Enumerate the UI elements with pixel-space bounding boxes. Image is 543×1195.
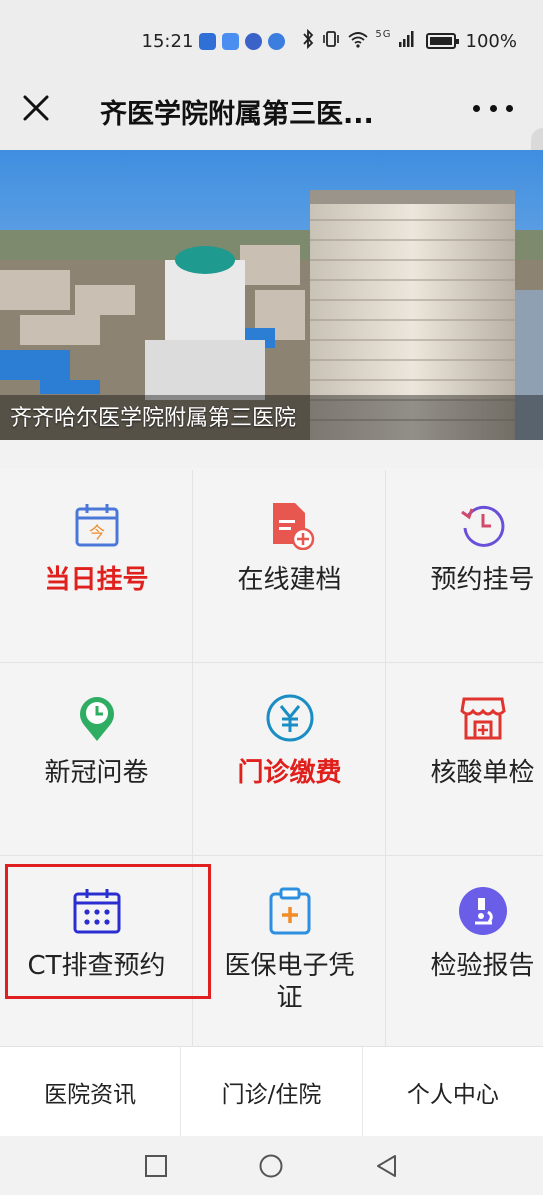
home-icon[interactable] <box>258 1153 284 1179</box>
back-icon[interactable] <box>374 1153 400 1179</box>
banner-caption: 齐齐哈尔医学院附属第三医院 <box>10 406 297 431</box>
status-indicators: 15:21 5G 100% <box>142 28 517 54</box>
file-add-icon <box>272 503 314 550</box>
close-button[interactable] <box>18 90 54 126</box>
grid-divider <box>0 662 543 663</box>
calendar-grid-icon <box>73 889 120 934</box>
grid-item-nucleic-acid-test[interactable]: 核酸单检 <box>386 663 543 856</box>
page-title: 齐医学院附属第三医... <box>100 99 374 130</box>
grid-item-label: 在线建档 <box>237 565 342 595</box>
grid-item-online-record[interactable]: 在线建档 <box>193 470 386 663</box>
calendar-today-icon: 今 <box>75 504 118 547</box>
grid-item-medical-insurance[interactable]: 医保电子凭证 <box>193 856 386 1049</box>
grid-item-label: 检验报告 <box>430 951 535 981</box>
system-nav-bar <box>0 1136 543 1195</box>
bluetooth-icon <box>301 28 315 54</box>
grid-item-label: 医保电子凭证 <box>224 951 355 1013</box>
battery-level: 100% <box>465 30 517 52</box>
more-dot <box>473 104 480 112</box>
network-type: 5G <box>375 28 392 40</box>
svg-text:今: 今 <box>88 523 104 542</box>
grid-item-ct-appointment[interactable]: CT排查预约 <box>0 856 193 1049</box>
grid-item-label: 预约挂号 <box>430 565 535 595</box>
more-button[interactable] <box>473 94 513 122</box>
grid-item-appointment-registration[interactable]: 预约挂号 <box>386 470 543 663</box>
nav-personal-center[interactable]: 个人中心 <box>363 1047 543 1136</box>
hospital-banner[interactable]: 齐齐哈尔医学院附属第三医院 <box>0 150 543 440</box>
app-icon-4 <box>268 32 286 50</box>
grid-item-label: 门诊缴费 <box>237 758 342 788</box>
microscope-icon <box>458 887 507 935</box>
yuan-icon <box>266 694 313 742</box>
store-icon <box>459 697 506 740</box>
grid-divider <box>192 470 193 1046</box>
grid-divider <box>0 855 543 856</box>
bottom-nav: 医院资讯 门诊/住院 个人中心 <box>0 1046 543 1136</box>
status-time: 15:21 <box>141 30 194 52</box>
vibrate-icon <box>321 29 341 54</box>
clock-history-icon <box>460 505 504 547</box>
status-bar: 15:21 5G 100% <box>0 0 543 70</box>
recent-apps-icon[interactable] <box>143 1153 169 1179</box>
grid-item-lab-report[interactable]: 检验报告 <box>386 856 543 1049</box>
close-icon <box>23 95 49 121</box>
grid-item-label: 当日挂号 <box>44 565 149 595</box>
signal-icon <box>398 30 414 53</box>
grid-item-label: CT排查预约 <box>27 951 166 981</box>
grid-item-same-day-registration[interactable]: 今 当日挂号 <box>0 470 193 663</box>
battery-icon <box>425 33 459 49</box>
app-icon-2 <box>222 32 240 50</box>
grid-item-outpatient-payment[interactable]: 门诊缴费 <box>193 663 386 856</box>
title-bar: 齐医学院附属第三医... <box>0 70 543 246</box>
grid-divider <box>385 470 386 1046</box>
location-clock-icon <box>79 697 114 741</box>
grid-item-label: 新冠问卷 <box>44 758 149 788</box>
nav-outpatient-inpatient[interactable]: 门诊/住院 <box>181 1047 363 1136</box>
app-icon-1 <box>199 32 217 50</box>
clipboard-add-icon <box>269 887 310 935</box>
grid-item-label: 核酸单检 <box>430 758 535 788</box>
more-dot <box>489 104 497 112</box>
app-icon-3 <box>245 32 263 50</box>
wifi-icon <box>347 30 369 53</box>
hospital-aerial-photo <box>0 150 543 440</box>
grid-item-covid-questionnaire[interactable]: 新冠问卷 <box>0 663 193 856</box>
nav-hospital-news[interactable]: 医院资讯 <box>0 1047 182 1136</box>
more-dot <box>506 104 513 112</box>
